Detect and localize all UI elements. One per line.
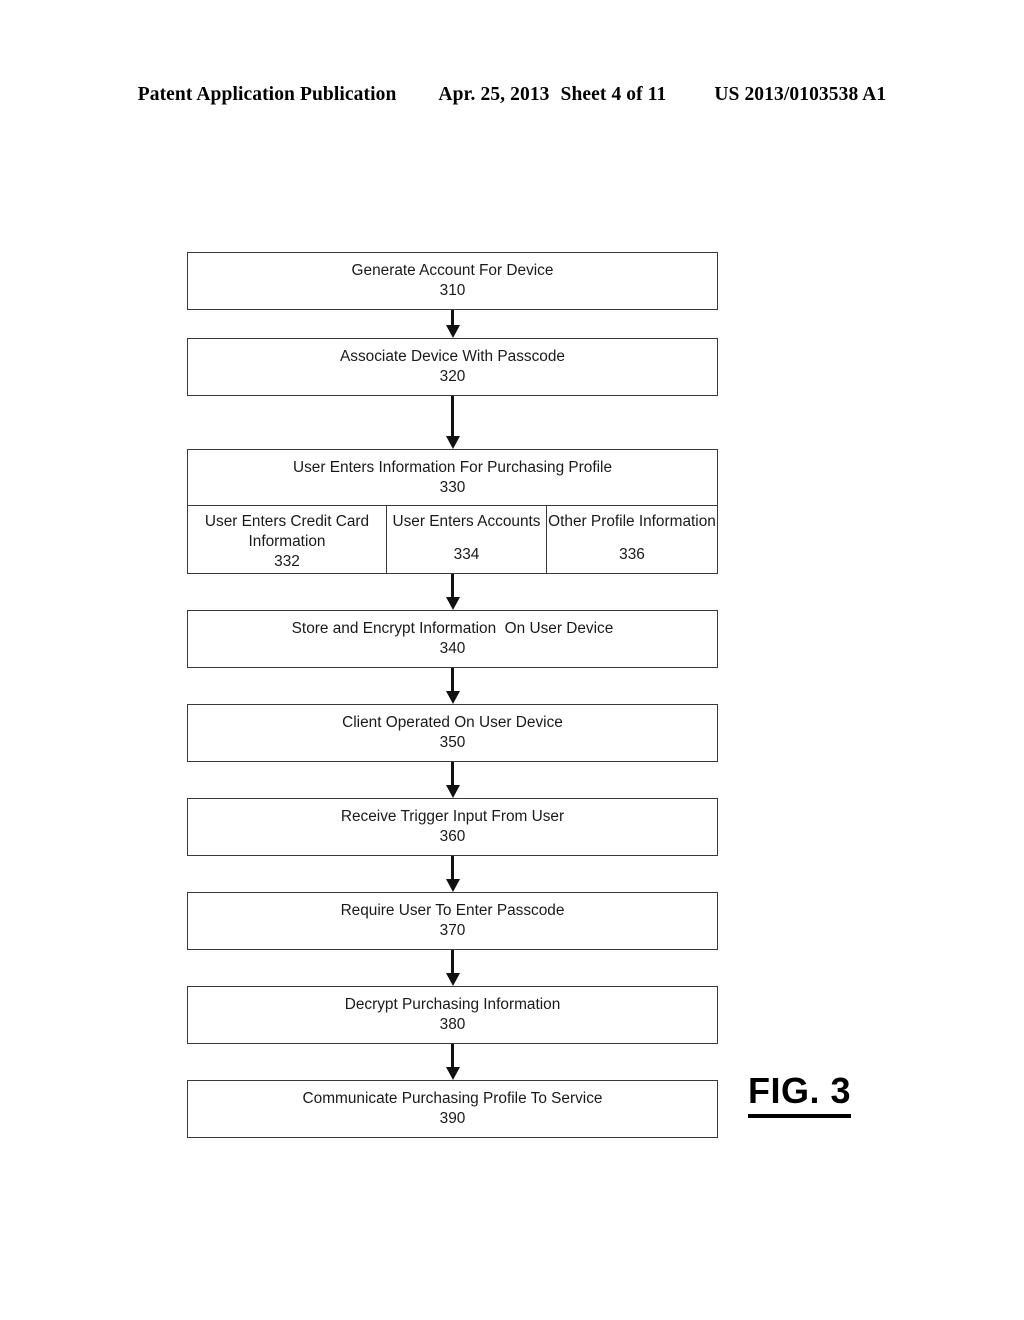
- header-patent-number: US 2013/0103538 A1: [714, 84, 887, 105]
- arrow-350-to-360: [187, 762, 718, 798]
- flow-substep-332-label-line2: Information: [248, 533, 326, 550]
- flowchart: Generate Account For Device 310 Associat…: [187, 252, 718, 1138]
- header-sheet-label: Sheet 4 of 11: [560, 84, 667, 105]
- flow-substeps-row: User Enters Credit Card Information 332 …: [188, 506, 717, 573]
- flow-step-350-label: Client Operated On User Device: [342, 714, 563, 731]
- arrow-310-to-320: [187, 310, 718, 338]
- flow-step-360: Receive Trigger Input From User 360: [187, 798, 718, 856]
- flow-step-340-label: Store and Encrypt Information On User De…: [291, 620, 614, 637]
- arrow-head-icon: [445, 436, 460, 449]
- flow-step-350: Client Operated On User Device 350: [187, 704, 718, 762]
- arrow-stem: [451, 574, 454, 598]
- arrow-320-to-330: [187, 396, 718, 449]
- flow-step-370-number: 370: [439, 922, 466, 939]
- flow-substep-334-number: 334: [453, 546, 480, 563]
- flow-step-310-label: Generate Account For Device: [351, 262, 554, 279]
- flow-step-320-number: 320: [439, 368, 466, 385]
- flow-step-380: Decrypt Purchasing Information 380: [187, 986, 718, 1044]
- arrow-head-icon: [445, 597, 460, 610]
- arrow-stem: [451, 950, 454, 974]
- flow-step-320: Associate Device With Passcode 320: [187, 338, 718, 396]
- flow-substep-332-label-line1: User Enters Credit Card: [204, 513, 370, 530]
- flow-step-370: Require User To Enter Passcode 370: [187, 892, 718, 950]
- flow-step-390: Communicate Purchasing Profile To Servic…: [187, 1080, 718, 1138]
- arrow-stem: [451, 856, 454, 880]
- arrow-head-icon: [445, 325, 460, 338]
- arrow-stem: [451, 762, 454, 786]
- arrow-340-to-350: [187, 668, 718, 704]
- arrow-360-to-370: [187, 856, 718, 892]
- flow-substep-336-number: 336: [619, 546, 645, 563]
- flow-substep-332-number: 332: [274, 553, 300, 570]
- arrow-stem: [451, 396, 454, 437]
- flow-substep-336: Other Profile Information 336: [546, 506, 717, 573]
- arrow-head-icon: [445, 973, 460, 986]
- figure-caption: FIG. 3: [748, 1071, 852, 1118]
- flow-step-320-label: Associate Device With Passcode: [340, 348, 565, 365]
- flow-step-330-group: User Enters Information For Purchasing P…: [187, 449, 718, 574]
- arrow-head-icon: [445, 879, 460, 892]
- flow-step-370-label: Require User To Enter Passcode: [340, 902, 565, 919]
- arrow-head-icon: [445, 1067, 460, 1080]
- patent-header: Patent Application Publication Apr. 25, …: [0, 84, 1024, 106]
- flow-substep-332: User Enters Credit Card Information 332: [188, 506, 386, 573]
- flow-step-340-number: 340: [439, 640, 466, 657]
- flow-step-380-label: Decrypt Purchasing Information: [344, 996, 561, 1013]
- flow-step-360-number: 360: [439, 828, 466, 845]
- arrow-370-to-380: [187, 950, 718, 986]
- arrow-stem: [451, 1044, 454, 1068]
- arrow-380-to-390: [187, 1044, 718, 1080]
- flow-step-330-label: User Enters Information For Purchasing P…: [292, 458, 613, 476]
- flow-step-390-number: 390: [439, 1110, 466, 1127]
- flow-step-330: User Enters Information For Purchasing P…: [188, 450, 717, 506]
- flow-step-310: Generate Account For Device 310: [187, 252, 718, 310]
- arrow-stem: [451, 310, 454, 326]
- arrow-head-icon: [445, 785, 460, 798]
- flow-step-390-label: Communicate Purchasing Profile To Servic…: [302, 1090, 603, 1107]
- flow-substep-334-label-line1: User Enters Accounts: [392, 513, 541, 530]
- header-publication-label: Patent Application Publication: [137, 84, 397, 105]
- flow-substep-334: User Enters Accounts 334: [386, 506, 546, 573]
- flow-step-350-number: 350: [439, 734, 466, 751]
- flow-step-360-label: Receive Trigger Input From User: [340, 808, 565, 825]
- flow-step-340: Store and Encrypt Information On User De…: [187, 610, 718, 668]
- arrow-stem: [451, 668, 454, 692]
- flow-step-330-number: 330: [439, 478, 466, 496]
- arrow-330-to-340: [187, 574, 718, 610]
- flow-substep-336-label-line1: Other Profile Information: [548, 513, 716, 530]
- header-date-label: Apr. 25, 2013: [438, 84, 550, 105]
- flow-step-380-number: 380: [439, 1016, 466, 1033]
- flow-step-310-number: 310: [439, 282, 466, 299]
- arrow-head-icon: [445, 691, 460, 704]
